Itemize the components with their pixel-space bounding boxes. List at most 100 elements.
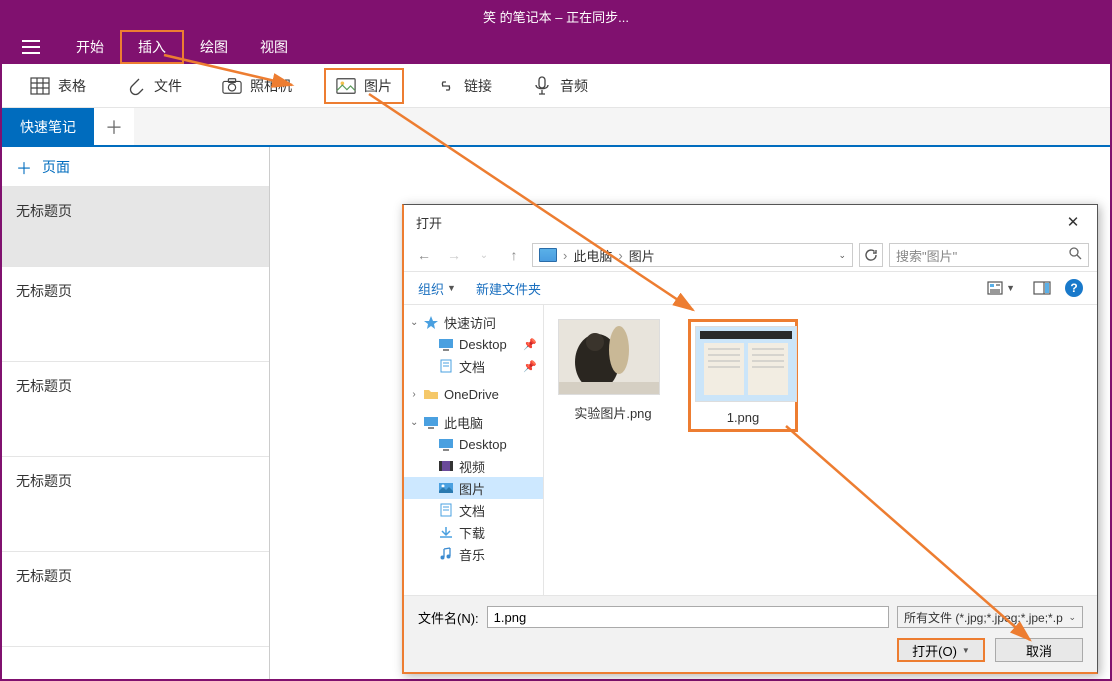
window-title: 笑 的笔记本 – 正在同步... bbox=[483, 7, 629, 26]
tree-videos[interactable]: 视频 bbox=[404, 455, 543, 477]
dialog-titlebar: 打开 ✕ bbox=[404, 205, 1097, 239]
tree-label: 快速访问 bbox=[444, 313, 496, 332]
toolbar-label: 组织 bbox=[418, 279, 444, 298]
attach-icon bbox=[126, 76, 146, 96]
expand-icon[interactable]: ⌄ bbox=[410, 417, 418, 428]
tree-quick-access[interactable]: ⌄ 快速访问 bbox=[404, 311, 543, 333]
pc-icon bbox=[539, 248, 557, 262]
desktop-icon bbox=[438, 337, 454, 351]
help-button[interactable]: ? bbox=[1065, 279, 1083, 297]
tree-label: 视频 bbox=[459, 457, 485, 476]
breadcrumb-sep: › bbox=[618, 248, 622, 263]
breadcrumb-dropdown-icon[interactable]: ⌄ bbox=[838, 250, 846, 261]
page-item[interactable]: 无标题页 bbox=[2, 362, 269, 457]
page-title: 无标题页 bbox=[16, 203, 72, 219]
menu-label: 开始 bbox=[76, 37, 104, 57]
page-title: 无标题页 bbox=[16, 568, 72, 584]
breadcrumb-root[interactable]: 此电脑 bbox=[573, 246, 612, 265]
chevron-down-icon: ⌄ bbox=[1068, 612, 1076, 623]
expand-icon[interactable]: › bbox=[410, 389, 418, 400]
tree-label: 音乐 bbox=[459, 545, 485, 564]
menu-draw[interactable]: 绘图 bbox=[184, 30, 244, 64]
pc-icon bbox=[423, 415, 439, 429]
tree-documents[interactable]: 文档 📌 bbox=[404, 355, 543, 377]
tree-music[interactable]: 音乐 bbox=[404, 543, 543, 565]
btn-label: 取消 bbox=[1026, 641, 1052, 660]
search-placeholder: 搜索"图片" bbox=[896, 246, 957, 265]
folder-icon bbox=[423, 387, 439, 401]
doc-icon bbox=[438, 359, 454, 373]
dialog-body: ⌄ 快速访问 Desktop 📌 文档 📌 ›OneDrive ⌄此电脑 Deskto… bbox=[404, 305, 1097, 595]
section-tab-quick-notes[interactable]: 快速笔记 bbox=[2, 108, 94, 145]
open-button[interactable]: 打开(O)▼ bbox=[897, 638, 985, 662]
nav-up-icon[interactable]: ↑ bbox=[502, 243, 526, 267]
ribbon-file[interactable]: 文件 bbox=[118, 72, 190, 100]
ribbon-picture[interactable]: 图片 bbox=[324, 68, 404, 104]
close-button[interactable]: ✕ bbox=[1061, 210, 1085, 234]
refresh-button[interactable] bbox=[859, 243, 883, 267]
ribbon-label: 图片 bbox=[364, 76, 392, 96]
file-item[interactable]: 实验图片.png bbox=[558, 319, 668, 422]
new-folder-button[interactable]: 新建文件夹 bbox=[476, 279, 541, 298]
tree-label: 下载 bbox=[459, 523, 485, 542]
star-icon bbox=[423, 315, 439, 329]
ribbon-audio[interactable]: 音频 bbox=[524, 72, 596, 100]
expand-icon[interactable]: ⌄ bbox=[410, 317, 418, 328]
tree-desktop[interactable]: Desktop 📌 bbox=[404, 333, 543, 355]
view-mode-button[interactable]: ▼ bbox=[983, 279, 1019, 297]
tree-desktop-pc[interactable]: Desktop bbox=[404, 433, 543, 455]
filetype-select[interactable]: 所有文件 (*.jpg;*.jpeg;*.jpe;*.p ⌄ bbox=[897, 606, 1083, 628]
menu-start[interactable]: 开始 bbox=[60, 30, 120, 64]
pictures-icon bbox=[438, 481, 454, 495]
chevron-down-icon: ▼ bbox=[1006, 283, 1015, 293]
file-thumbnail bbox=[558, 319, 660, 395]
page-item[interactable]: 无标题页 bbox=[2, 457, 269, 552]
menu-insert[interactable]: 插入 bbox=[120, 30, 184, 64]
dialog-nav: ← → ⌄ ↑ › 此电脑 › 图片 ⌄ 搜索"图片" bbox=[404, 239, 1097, 271]
tree-label: Desktop bbox=[459, 437, 507, 452]
organize-button[interactable]: 组织▼ bbox=[418, 279, 456, 298]
file-pane: 实验图片.png 1.png bbox=[544, 305, 1097, 595]
tree-downloads[interactable]: 下载 bbox=[404, 521, 543, 543]
cancel-button[interactable]: 取消 bbox=[995, 638, 1083, 662]
breadcrumb-current[interactable]: 图片 bbox=[629, 246, 655, 265]
tree-this-pc[interactable]: ⌄此电脑 bbox=[404, 411, 543, 433]
add-section-button[interactable]: ＋ bbox=[94, 108, 134, 145]
page-item[interactable]: 无标题页 bbox=[2, 187, 269, 267]
ribbon-link[interactable]: 链接 bbox=[428, 72, 500, 100]
page-item[interactable]: 无标题页 bbox=[2, 552, 269, 647]
open-file-dialog: 打开 ✕ ← → ⌄ ↑ › 此电脑 › 图片 ⌄ 搜索"图片" 组织▼ 新建文… bbox=[402, 204, 1098, 674]
menu-label: 视图 bbox=[260, 37, 288, 57]
preview-pane-button[interactable] bbox=[1033, 281, 1051, 295]
page-item[interactable]: 无标题页 bbox=[2, 267, 269, 362]
breadcrumb-sep: › bbox=[563, 248, 567, 263]
ribbon-camera[interactable]: 照相机 bbox=[214, 72, 300, 100]
pin-icon: 📌 bbox=[523, 338, 537, 351]
file-item-selected[interactable]: 1.png bbox=[688, 319, 798, 432]
desktop-icon bbox=[438, 437, 454, 451]
tree-onedrive[interactable]: ›OneDrive bbox=[404, 383, 543, 405]
page-list: ＋ 页面 无标题页 无标题页 无标题页 无标题页 无标题页 bbox=[2, 147, 270, 679]
search-icon bbox=[1069, 247, 1082, 263]
filename-input[interactable] bbox=[487, 606, 889, 628]
search-input[interactable]: 搜索"图片" bbox=[889, 243, 1089, 267]
tree-pictures[interactable]: 图片 bbox=[404, 477, 543, 499]
tree-label: 文档 bbox=[459, 357, 485, 376]
tree-label: 图片 bbox=[459, 479, 485, 498]
video-icon bbox=[438, 459, 454, 473]
dialog-toolbar: 组织▼ 新建文件夹 ▼ ? bbox=[404, 271, 1097, 305]
nav-back-icon[interactable]: ← bbox=[412, 243, 436, 267]
nav-recent-icon[interactable]: ⌄ bbox=[472, 243, 496, 267]
camera-icon bbox=[222, 76, 242, 96]
add-page-button[interactable]: ＋ 页面 bbox=[2, 147, 269, 187]
plus-icon: ＋ bbox=[16, 155, 32, 179]
tree-label: Desktop bbox=[459, 337, 507, 352]
pin-icon: 📌 bbox=[523, 360, 537, 373]
toolbar-label: 新建文件夹 bbox=[476, 279, 541, 298]
breadcrumb[interactable]: › 此电脑 › 图片 ⌄ bbox=[532, 243, 853, 267]
menu-view[interactable]: 视图 bbox=[244, 30, 304, 64]
ribbon-table[interactable]: 表格 bbox=[22, 72, 94, 100]
tree-documents-pc[interactable]: 文档 bbox=[404, 499, 543, 521]
filetype-label: 所有文件 (*.jpg;*.jpeg;*.jpe;*.p bbox=[904, 609, 1063, 626]
hamburger-menu-icon[interactable] bbox=[2, 30, 60, 64]
